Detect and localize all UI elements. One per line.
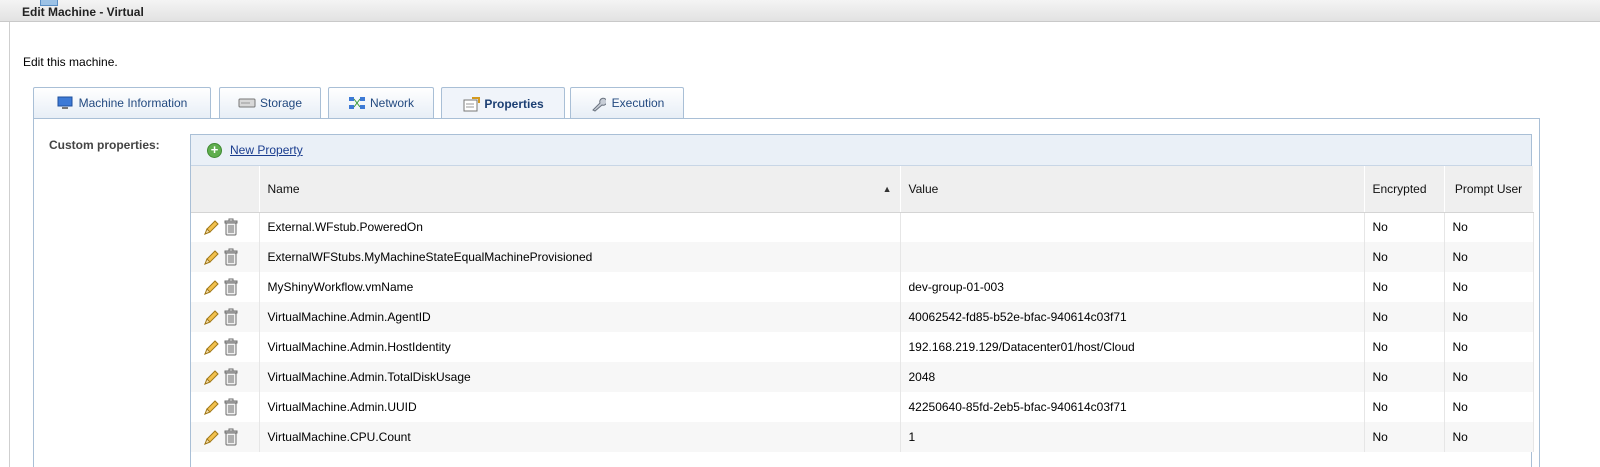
wrench-icon: [590, 96, 607, 112]
properties-icon: [462, 96, 481, 111]
edit-pencil-icon[interactable]: [203, 278, 219, 296]
cell-encrypted: No: [1364, 392, 1445, 422]
table-row: External.WFstub.PoweredOn No No: [191, 212, 1534, 242]
cell-encrypted: No: [1364, 242, 1445, 272]
row-actions: [191, 362, 260, 392]
cell-value: [900, 212, 1365, 242]
table-row: ExternalWFStubs.MyMachineStateEqualMachi…: [191, 242, 1534, 272]
cell-value: [900, 242, 1365, 272]
tab-label: Properties: [484, 96, 544, 111]
column-header-actions: [191, 166, 260, 213]
cell-prompt-user: No: [1444, 422, 1534, 452]
delete-trash-icon[interactable]: [223, 218, 239, 236]
tab-storage[interactable]: Storage: [219, 87, 321, 118]
edit-pencil-icon[interactable]: [203, 218, 219, 236]
delete-trash-icon[interactable]: [223, 248, 239, 266]
tab-execution[interactable]: Execution: [570, 87, 684, 118]
tab-machine-information[interactable]: Machine Information: [33, 87, 211, 118]
cell-prompt-user: No: [1444, 332, 1534, 362]
custom-properties-label: Custom properties:: [49, 138, 160, 152]
table-row: VirtualMachine.Admin.UUID 42250640-85fd-2…: [191, 392, 1534, 422]
cell-value: 2048: [900, 362, 1365, 392]
delete-trash-icon[interactable]: [223, 308, 239, 326]
cell-encrypted: No: [1364, 272, 1445, 302]
cell-name: External.WFstub.PoweredOn: [259, 212, 901, 242]
row-actions: [191, 212, 260, 242]
column-header-encrypted[interactable]: Encrypted: [1364, 166, 1445, 213]
cell-prompt-user: No: [1444, 212, 1534, 242]
delete-trash-icon[interactable]: [223, 338, 239, 356]
cell-name: VirtualMachine.Admin.HostIdentity: [259, 332, 901, 362]
grid-toolbar: + New Property: [191, 135, 1531, 166]
cell-name: VirtualMachine.Admin.TotalDiskUsage: [259, 362, 901, 392]
row-actions: [191, 392, 260, 422]
cell-prompt-user: No: [1444, 242, 1534, 272]
edit-pencil-icon[interactable]: [203, 338, 219, 356]
delete-trash-icon[interactable]: [223, 368, 239, 386]
tab-properties[interactable]: Properties: [441, 87, 565, 119]
cell-prompt-user: No: [1444, 302, 1534, 332]
cell-value: 42250640-85fd-2eb5-bfac-940614c03f71: [900, 392, 1365, 422]
table-row: VirtualMachine.Admin.AgentID 40062542-fd8…: [191, 302, 1534, 332]
sort-ascending-icon[interactable]: ▲: [883, 184, 892, 194]
disk-icon: [238, 96, 256, 110]
cell-encrypted: No: [1364, 422, 1445, 452]
new-property-link[interactable]: New Property: [230, 143, 303, 157]
cell-value: dev-group-01-003: [900, 272, 1365, 302]
delete-trash-icon[interactable]: [223, 398, 239, 416]
table-row: VirtualMachine.Admin.HostIdentity 192.168…: [191, 332, 1534, 362]
tab-label: Machine Information: [78, 96, 188, 110]
window-app-icon: [40, 0, 58, 6]
column-header-value[interactable]: Value: [900, 166, 1365, 213]
edit-pencil-icon[interactable]: [203, 248, 219, 266]
cell-prompt-user: No: [1444, 272, 1534, 302]
table-row: VirtualMachine.CPU.Count 1 No No: [191, 422, 1534, 452]
cell-name: VirtualMachine.CPU.Count: [259, 422, 901, 452]
row-actions: [191, 422, 260, 452]
page-description: Edit this machine.: [23, 55, 118, 69]
row-actions: [191, 242, 260, 272]
tab-label: Execution: [611, 96, 665, 110]
cell-encrypted: No: [1364, 302, 1445, 332]
cell-name: VirtualMachine.Admin.UUID: [259, 392, 901, 422]
cell-encrypted: No: [1364, 362, 1445, 392]
properties-grid: + New Property Name ▲ Value Encrypted Pr…: [190, 134, 1534, 467]
row-actions: [191, 272, 260, 302]
monitor-icon: [57, 96, 73, 110]
edit-pencil-icon[interactable]: [203, 308, 219, 326]
add-icon[interactable]: +: [207, 142, 222, 158]
edit-pencil-icon[interactable]: [203, 398, 219, 416]
cell-name: VirtualMachine.Admin.AgentID: [259, 302, 901, 332]
properties-table: Name ▲ Value Encrypted Prompt User Exter…: [191, 166, 1534, 452]
cell-value: 40062542-fd85-b52e-bfac-940614c03f71: [900, 302, 1365, 332]
cell-value: 192.168.219.129/Datacenter01/host/Cloud: [900, 332, 1365, 362]
edit-pencil-icon[interactable]: [203, 368, 219, 386]
cell-prompt-user: No: [1444, 392, 1534, 422]
window-title: Edit Machine - Virtual: [22, 5, 144, 19]
tab-label: Network: [369, 96, 414, 110]
column-header-prompt-user[interactable]: Prompt User: [1444, 166, 1534, 213]
window-titlebar: Edit Machine - Virtual: [0, 0, 1600, 22]
tab-network[interactable]: Network: [328, 87, 434, 118]
delete-trash-icon[interactable]: [223, 278, 239, 296]
tab-label: Storage: [259, 96, 303, 110]
row-actions: [191, 302, 260, 332]
network-icon: [348, 96, 365, 110]
row-actions: [191, 332, 260, 362]
edit-pencil-icon[interactable]: [203, 428, 219, 446]
cell-name: MyShinyWorkflow.vmName: [259, 272, 901, 302]
cell-name: ExternalWFStubs.MyMachineStateEqualMachi…: [259, 242, 901, 272]
table-row: VirtualMachine.Admin.TotalDiskUsage 2048 N…: [191, 362, 1534, 392]
delete-trash-icon[interactable]: [223, 428, 239, 446]
column-header-name[interactable]: Name ▲: [259, 166, 901, 213]
table-row: MyShinyWorkflow.vmName dev-group-01-003 No…: [191, 272, 1534, 302]
cell-value: 1: [900, 422, 1365, 452]
cell-encrypted: No: [1364, 332, 1445, 362]
cell-prompt-user: No: [1444, 362, 1534, 392]
cell-encrypted: No: [1364, 212, 1445, 242]
table-header-row: Name ▲ Value Encrypted Prompt User: [191, 166, 1534, 213]
